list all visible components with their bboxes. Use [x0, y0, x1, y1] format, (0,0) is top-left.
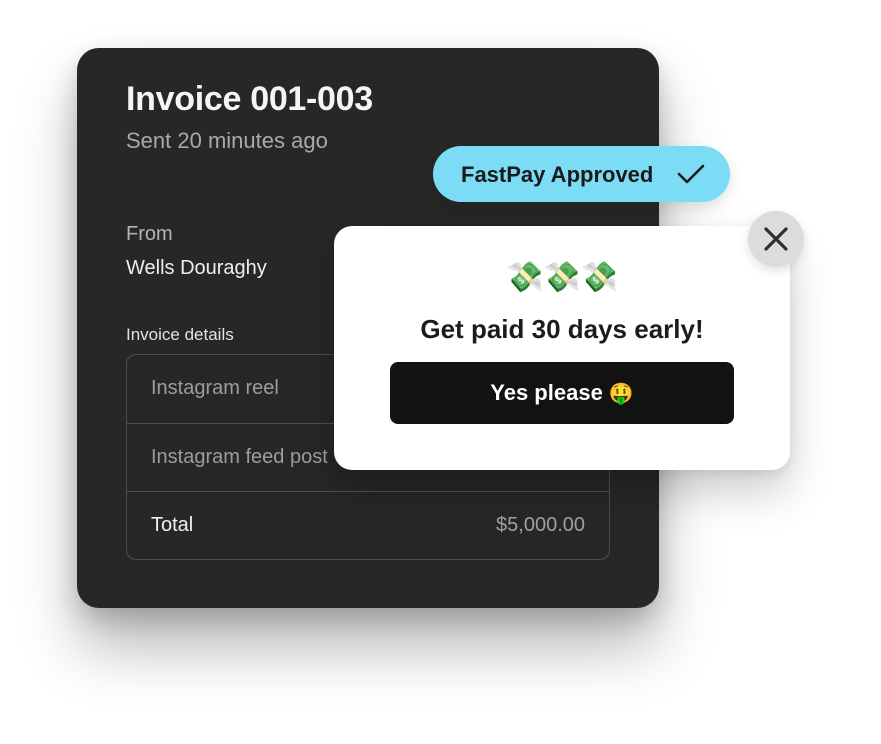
money-mouth-face-icon: 🤑: [608, 382, 634, 405]
invoice-details-label: Invoice details: [126, 325, 234, 344]
line-item-label: Instagram reel: [151, 377, 279, 399]
fastpay-approved-badge: FastPay Approved: [433, 146, 730, 202]
total-label: Total: [151, 514, 194, 536]
invoice-sent-time: Sent 20 minutes ago: [126, 128, 328, 153]
popup-title: Get paid 30 days early!: [420, 314, 704, 344]
fastpay-offer-popup: 💸💸💸 Get paid 30 days early! Yes please 🤑: [334, 226, 790, 470]
close-button[interactable]: [748, 211, 804, 267]
checkmark-icon: [677, 164, 705, 184]
from-name: Wells Douraghy: [126, 257, 267, 279]
invoice-title: Invoice 001-003: [126, 80, 373, 118]
total-amount: $5,000.00: [496, 514, 585, 536]
yes-please-button[interactable]: Yes please 🤑: [390, 362, 734, 424]
line-item-label: Instagram feed post: [151, 446, 328, 468]
cta-label: Yes please: [490, 380, 603, 405]
badge-label: FastPay Approved: [461, 162, 654, 187]
total-row: Total $5,000.00: [127, 491, 609, 559]
close-icon: [764, 227, 788, 251]
money-with-wings-icons: 💸💸💸: [505, 261, 619, 294]
from-label: From: [126, 223, 173, 245]
